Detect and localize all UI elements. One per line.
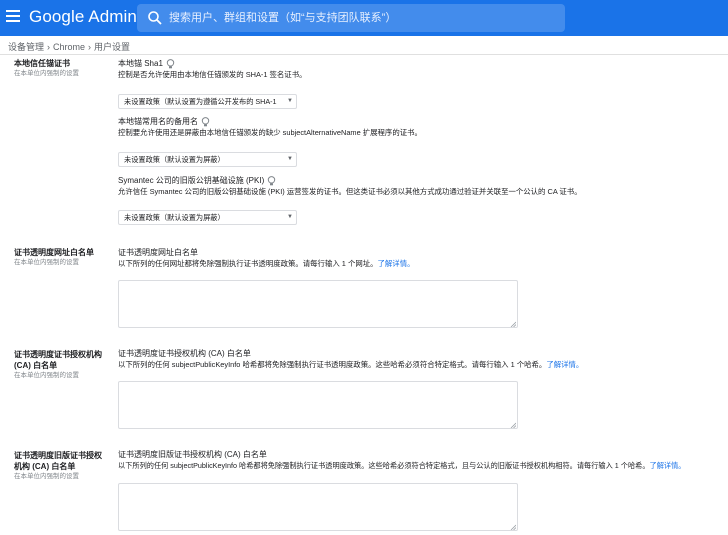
setting-desc-sha1: 控制是否允许使用由本地信任锚颁发的 SHA-1 签名证书。 — [118, 70, 307, 79]
ct-legacy-whitelist-textarea[interactable] — [118, 483, 518, 531]
setting-label-symantec: Symantec 公司的旧版公钥基础设施 (PKI) — [118, 176, 276, 186]
setting-label-ct-url: 证书透明度网址白名单 — [118, 248, 198, 257]
setting-desc-symantec: 允许信任 Symantec 公司的旧版公钥基础设施 (PKI) 运营签发的证书。… — [118, 187, 582, 196]
hamburger-menu-icon[interactable] — [6, 10, 20, 24]
top-app-bar: Google Admin — [0, 0, 728, 36]
resize-handle-icon[interactable] — [510, 524, 516, 530]
ct-ca-whitelist-textarea[interactable] — [118, 381, 518, 429]
dropdown-arrow-icon: ▼ — [287, 156, 293, 162]
setting-label-sha1: 本地锚 Sha1 — [118, 59, 175, 69]
section-title-local-trust: 本地信任锚证书 — [14, 59, 70, 68]
learn-more-link[interactable]: 了解详情。 — [546, 360, 583, 369]
setting-desc-common-name: 控制要允许使用还是屏蔽由本地信任锚颁发的缺少 subjectAlternativ… — [118, 128, 422, 137]
common-name-policy-select[interactable]: 未设置政策（默认设置为屏蔽） ▼ — [118, 152, 297, 167]
setting-desc-ct-legacy: 以下所列的任何 subjectPublicKeyInfo 哈希都将免除强制执行证… — [118, 461, 686, 470]
lightbulb-icon[interactable] — [201, 117, 210, 127]
learn-more-link[interactable]: 了解详情。 — [650, 461, 686, 470]
symantec-policy-select[interactable]: 未设置政策（默认设置为屏蔽） ▼ — [118, 210, 297, 225]
section-subtitle-ct-ca: 在本单位内强制的设置 — [14, 372, 79, 379]
section-title-ct-ca: 证书透明度证书授权机构 (CA) 白名单 — [14, 350, 102, 370]
search-box[interactable] — [137, 4, 565, 32]
setting-label-ct-ca: 证书透明度证书授权机构 (CA) 白名单 — [118, 349, 251, 358]
section-subtitle-ct-url: 在本单位内强制的设置 — [14, 259, 79, 266]
dropdown-arrow-icon: ▼ — [287, 98, 293, 104]
section-subtitle-ct-legacy: 在本单位内强制的设置 — [14, 473, 79, 480]
app-title[interactable]: Google Admin — [29, 7, 137, 27]
section-subtitle-local-trust: 在本单位内强制的设置 — [14, 70, 79, 77]
section-title-ct-legacy: 证书透明度旧版证书授权机构 (CA) 白名单 — [14, 451, 102, 471]
setting-desc-ct-url: 以下所列的任何网址都将免除强制执行证书透明度政策。请每行输入 1 个网址。了解详… — [118, 259, 415, 268]
search-input[interactable] — [169, 8, 559, 28]
resize-handle-icon[interactable] — [510, 321, 516, 327]
breadcrumb-user-settings: 用户设置 — [94, 42, 131, 52]
header-divider — [0, 54, 728, 55]
learn-more-link[interactable]: 了解详情。 — [378, 259, 415, 268]
sha1-policy-select[interactable]: 未设置政策（默认设置为遵循公开发布的 SHA-1 ▼ — [118, 94, 297, 109]
setting-label-common-name: 本地锚常用名的备用名 — [118, 117, 210, 127]
breadcrumb-separator: › — [88, 42, 92, 52]
breadcrumb-device-management[interactable]: 设备管理 — [8, 42, 44, 52]
setting-label-ct-legacy: 证书透明度旧版证书授权机构 (CA) 白名单 — [118, 450, 267, 459]
lightbulb-icon[interactable] — [166, 59, 175, 69]
breadcrumb-chrome[interactable]: Chrome — [53, 42, 85, 52]
setting-desc-ct-ca: 以下所列的任何 subjectPublicKeyInfo 哈希都将免除强制执行证… — [118, 360, 584, 369]
breadcrumb-separator: › — [47, 42, 51, 52]
section-title-ct-url: 证书透明度网址白名单 — [14, 248, 94, 257]
ct-url-whitelist-textarea[interactable] — [118, 280, 518, 328]
lightbulb-icon[interactable] — [267, 176, 276, 186]
resize-handle-icon[interactable] — [510, 422, 516, 428]
breadcrumb: 设备管理 › Chrome › 用户设置 — [8, 40, 130, 53]
search-icon[interactable] — [147, 10, 163, 26]
dropdown-arrow-icon: ▼ — [287, 214, 293, 220]
